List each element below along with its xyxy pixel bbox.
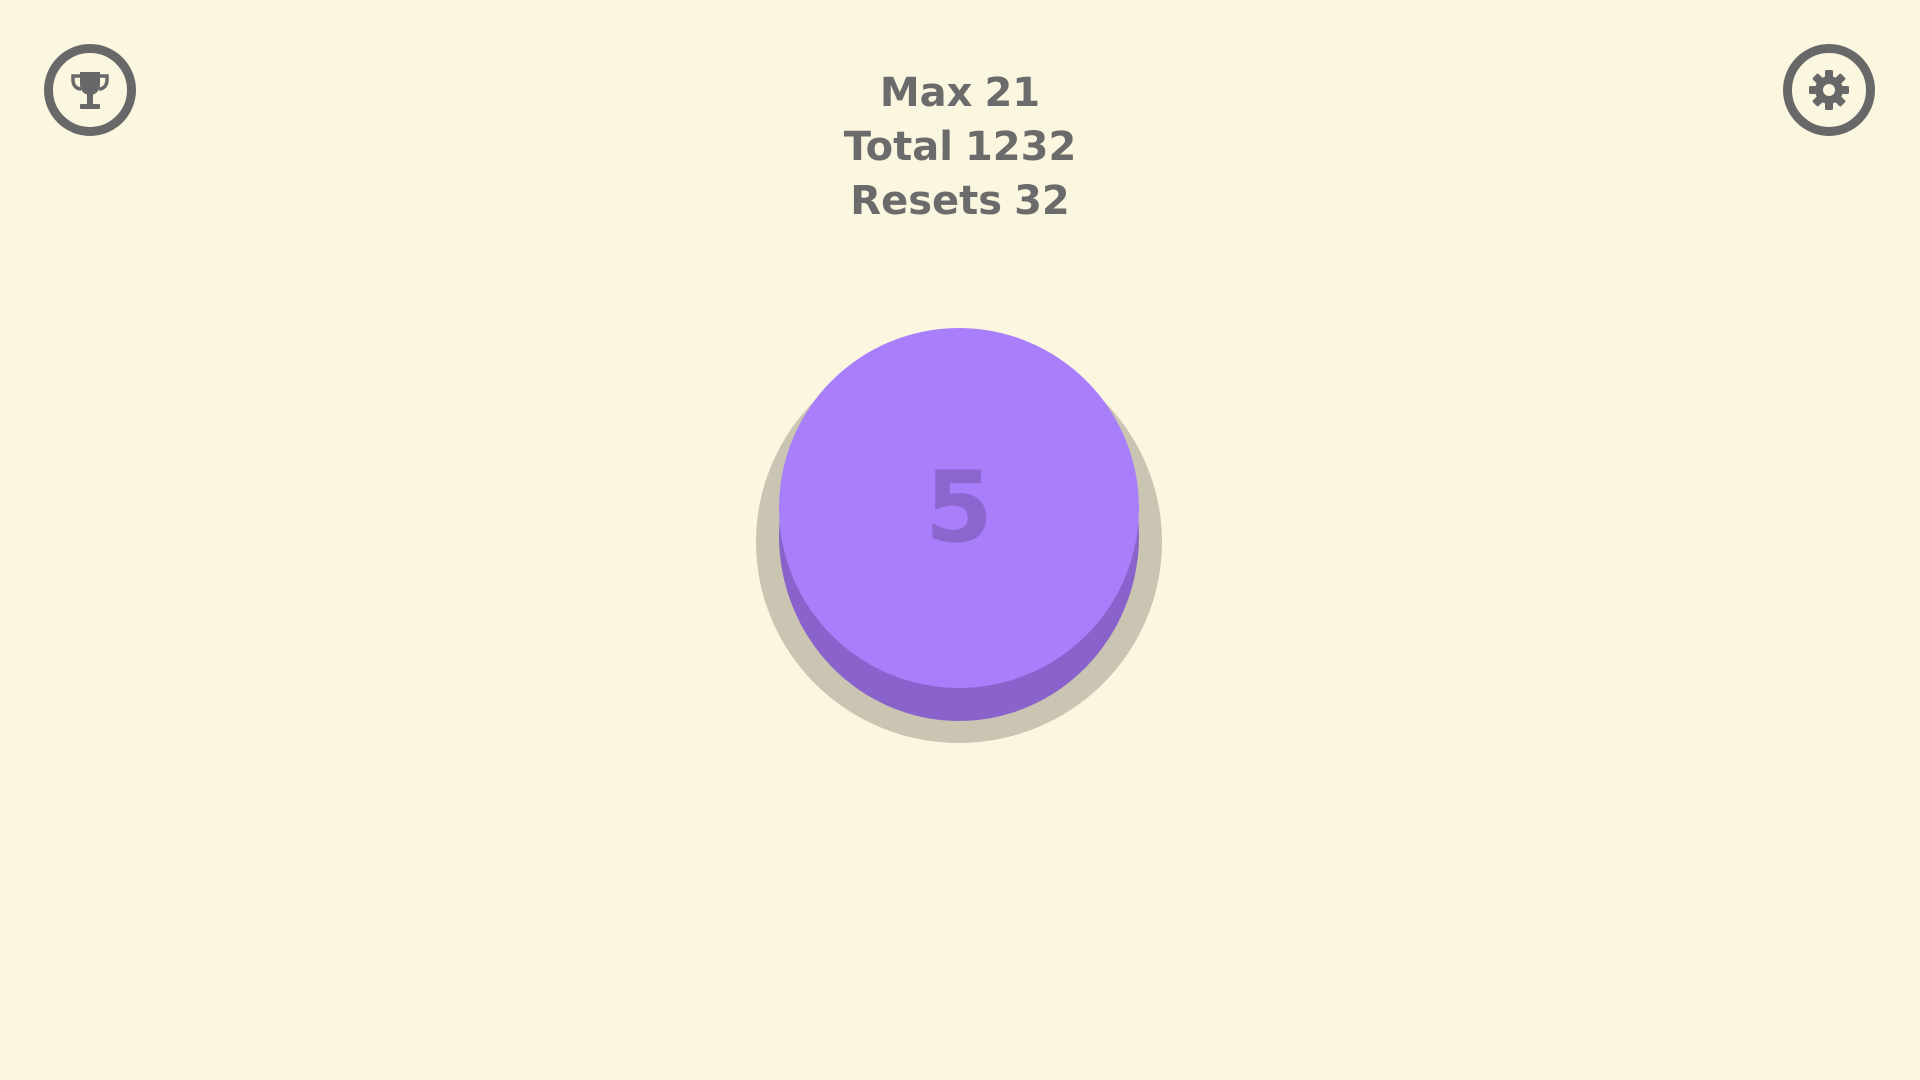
total-stat: Total 1232 bbox=[0, 120, 1920, 174]
game-screen: Max 21 Total 1232 Resets 32 5 bbox=[0, 0, 1920, 1080]
resets-stat: Resets 32 bbox=[0, 174, 1920, 228]
total-label: Total bbox=[843, 124, 953, 170]
settings-button[interactable] bbox=[1783, 44, 1875, 136]
tap-button[interactable]: 5 bbox=[779, 328, 1139, 688]
tap-button-area: 5 bbox=[756, 323, 1164, 743]
stats-panel: Max 21 Total 1232 Resets 32 bbox=[0, 66, 1920, 228]
tap-counter: 5 bbox=[924, 451, 994, 565]
gear-icon bbox=[1805, 66, 1853, 114]
max-stat: Max 21 bbox=[0, 66, 1920, 120]
resets-value: 32 bbox=[1014, 178, 1070, 224]
total-value: 1232 bbox=[964, 124, 1077, 170]
max-label: Max bbox=[879, 70, 973, 116]
max-value: 21 bbox=[984, 70, 1041, 116]
resets-label: Resets bbox=[850, 178, 1003, 224]
